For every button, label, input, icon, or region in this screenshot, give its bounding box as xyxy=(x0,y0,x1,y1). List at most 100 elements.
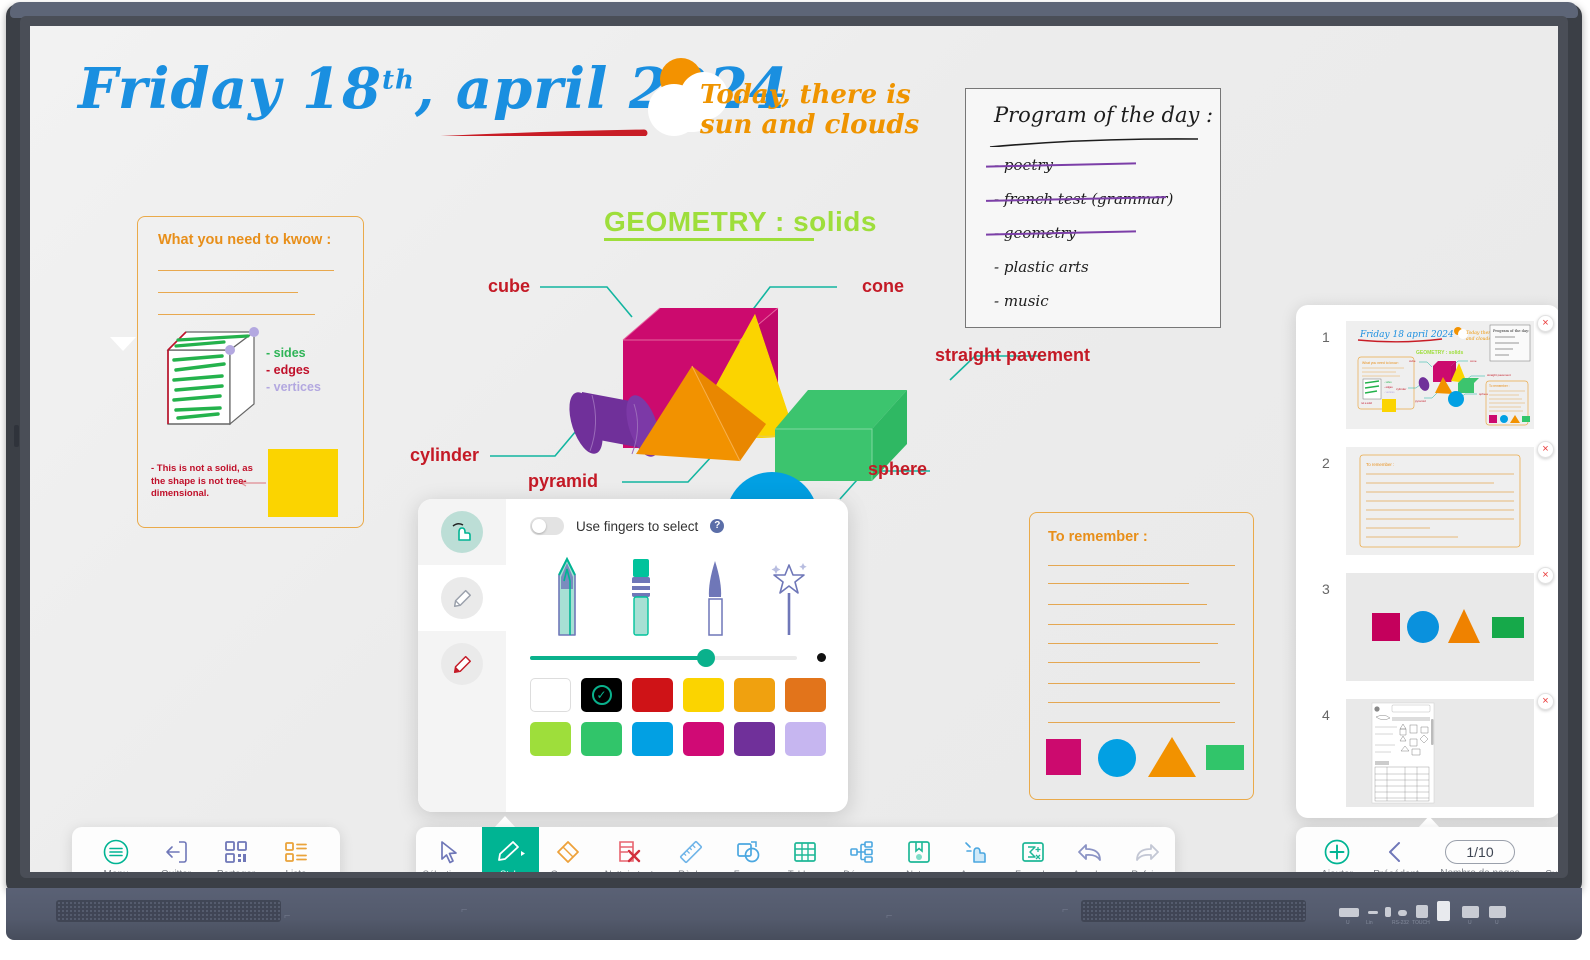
color-swatch-white[interactable] xyxy=(530,678,571,712)
tool-undo[interactable]: Annuler xyxy=(1061,827,1118,872)
color-swatch-amber[interactable] xyxy=(734,678,775,712)
thickness-slider-fill xyxy=(530,655,707,660)
marker-tool[interactable] xyxy=(620,553,662,641)
close-thumbnail-icon[interactable]: × xyxy=(1537,567,1554,584)
weather-note: Today, there is sun and clouds xyxy=(638,52,968,162)
tool-pen[interactable]: Stylo xyxy=(482,827,539,872)
tool-ruler[interactable]: Règle xyxy=(662,827,719,872)
menu-button[interactable]: Menu xyxy=(86,827,146,872)
tool-undo-label: Annuler xyxy=(1073,869,1106,872)
svg-text:Friday 18 april 2024: Friday 18 april 2024 xyxy=(1359,330,1454,340)
whiteboard-canvas[interactable]: Friday 18th, april 2024 Today, there is … xyxy=(30,26,1558,872)
color-swatch-lavender[interactable] xyxy=(785,722,826,756)
list-button[interactable]: Liste xyxy=(266,827,326,872)
program-title-underline xyxy=(989,138,1199,147)
svg-text:Program of the day:: Program of the day: xyxy=(1493,329,1529,333)
close-thumbnail-icon[interactable]: × xyxy=(1537,693,1554,710)
use-fingers-toggle[interactable] xyxy=(530,517,564,535)
pen-type-list[interactable] xyxy=(530,551,826,641)
color-swatch-black[interactable]: ✓ xyxy=(581,678,622,712)
legend-sides: - sides xyxy=(266,346,306,360)
thumbnail-item[interactable]: 2 To remember : × xyxy=(1296,441,1558,563)
hand-preview-icon xyxy=(964,842,986,863)
svg-text:To remember :: To remember : xyxy=(1366,462,1394,467)
thumbnail-item[interactable]: 3 × xyxy=(1296,567,1558,689)
thumbnail-preview-2[interactable]: To remember : xyxy=(1346,447,1534,555)
thumbnail-preview-4[interactable] xyxy=(1346,699,1534,807)
pencil-tool[interactable] xyxy=(546,553,588,641)
thickness-slider-thumb[interactable] xyxy=(697,648,716,667)
tool-redo[interactable]: Refaire xyxy=(1118,827,1175,872)
whiteboard-screen[interactable]: Friday 18th, april 2024 Today, there is … xyxy=(30,26,1558,872)
next-page-button[interactable]: Suivant xyxy=(1534,839,1558,873)
tool-notes[interactable]: Notes xyxy=(890,827,947,872)
color-swatch-yellow[interactable] xyxy=(683,678,724,712)
prev-page-button[interactable]: Précédent xyxy=(1366,839,1426,873)
interactive-whiteboard-device: Friday 18th, april 2024 Today, there is … xyxy=(0,0,1590,960)
main-toolbar[interactable]: Sélectionner Stylo Gomme xyxy=(416,827,1175,872)
color-swatch-red[interactable] xyxy=(632,678,673,712)
rail-tab-finger[interactable] xyxy=(418,499,506,565)
tool-clear-all[interactable]: Nettoie tout xyxy=(596,827,662,872)
tool-mindmap[interactable]: Dérange xyxy=(833,827,890,872)
share-label: Partager xyxy=(217,869,255,873)
magic-wand-tool[interactable] xyxy=(768,553,810,641)
tool-select[interactable]: Sélectionner xyxy=(416,827,482,872)
tool-table[interactable]: Tableau xyxy=(776,827,833,872)
color-swatch-purple[interactable] xyxy=(734,722,775,756)
thickness-row[interactable] xyxy=(530,648,826,667)
page-counter[interactable]: 1/10 Nombre de pages xyxy=(1426,839,1534,872)
tool-formula[interactable]: Formule xyxy=(1004,827,1061,872)
page-counter-value[interactable]: 1/10 xyxy=(1445,839,1515,864)
thumbnail-item[interactable]: 4 × xyxy=(1296,693,1558,815)
close-thumbnail-icon[interactable]: × xyxy=(1537,315,1554,332)
svg-text:- vertices: - vertices xyxy=(1384,390,1395,394)
tool-shape-label: Forme xyxy=(734,869,761,872)
pen-icon xyxy=(497,841,525,861)
brush-tool[interactable] xyxy=(694,553,736,641)
page-nav-bar[interactable]: Ajouter Précédent 1/10 Nombre de pages xyxy=(1296,827,1558,872)
color-palette[interactable]: ✓ xyxy=(530,678,826,756)
color-swatch-magenta[interactable] xyxy=(683,722,724,756)
shape-label-cylinder: cylinder xyxy=(410,445,480,465)
pen-panel-rail[interactable] xyxy=(418,499,506,812)
tool-preview[interactable]: Aperçu xyxy=(947,827,1004,872)
svg-text:- sides: - sides xyxy=(1384,380,1392,384)
mini-lesson-page: Friday 18 april 2024 Today there is sun … xyxy=(1346,321,1534,429)
tool-eraser[interactable]: Gomme xyxy=(539,827,596,872)
share-button[interactable]: Partager xyxy=(206,827,266,872)
color-swatch-orange[interactable] xyxy=(785,678,826,712)
tool-shape[interactable]: Forme xyxy=(719,827,776,872)
left-menu-bar[interactable]: Menu Quitter xyxy=(72,827,340,872)
scribbled-cube-diagram xyxy=(166,327,259,426)
shape-label-cone: cone xyxy=(862,276,905,296)
pages-thumbnail-panel[interactable]: 1 Friday 18 april 2024 Today there is su… xyxy=(1296,305,1558,818)
color-swatch-green[interactable] xyxy=(581,722,622,756)
color-swatch-light-green[interactable] xyxy=(530,722,571,756)
close-thumbnail-icon[interactable]: × xyxy=(1537,441,1554,458)
thumbnail-item[interactable]: 1 Friday 18 april 2024 Today there is su… xyxy=(1296,315,1558,437)
prev-page-label: Précédent xyxy=(1373,869,1419,873)
tool-table-label: Tableau xyxy=(788,869,821,872)
geometry-heading: GEOMETRY : solids xyxy=(604,206,877,237)
quit-button[interactable]: Quitter xyxy=(146,827,206,872)
thumbnail-preview-3[interactable] xyxy=(1346,573,1534,681)
ruler-icon xyxy=(679,841,702,863)
pen-settings-panel[interactable]: Use fingers to select ? ✓ xyxy=(418,499,848,812)
title-underline xyxy=(440,129,648,136)
shape-label-cube: cube xyxy=(488,276,531,296)
help-icon[interactable]: ? xyxy=(710,519,725,533)
color-swatch-blue[interactable] xyxy=(632,722,673,756)
bezel-mark: ⌐ xyxy=(1062,904,1069,916)
rail-tab-pen-red[interactable] xyxy=(418,631,506,697)
rail-tab-pen-gray[interactable] xyxy=(418,565,506,631)
thickness-slider[interactable] xyxy=(530,648,797,667)
hamburger-circle-icon xyxy=(103,839,129,864)
cursor-arrow-icon xyxy=(441,841,457,864)
add-page-button[interactable]: Ajouter xyxy=(1308,839,1366,872)
next-page-label: Suivant xyxy=(1545,869,1558,873)
thumbnail-preview-1[interactable]: Friday 18 april 2024 Today there is sun … xyxy=(1346,321,1534,429)
know-card-note: - This is not a solid, as the shape is n… xyxy=(151,463,253,499)
pen-panel-pointer xyxy=(110,337,136,351)
finger-select-row[interactable]: Use fingers to select ? xyxy=(530,517,826,535)
